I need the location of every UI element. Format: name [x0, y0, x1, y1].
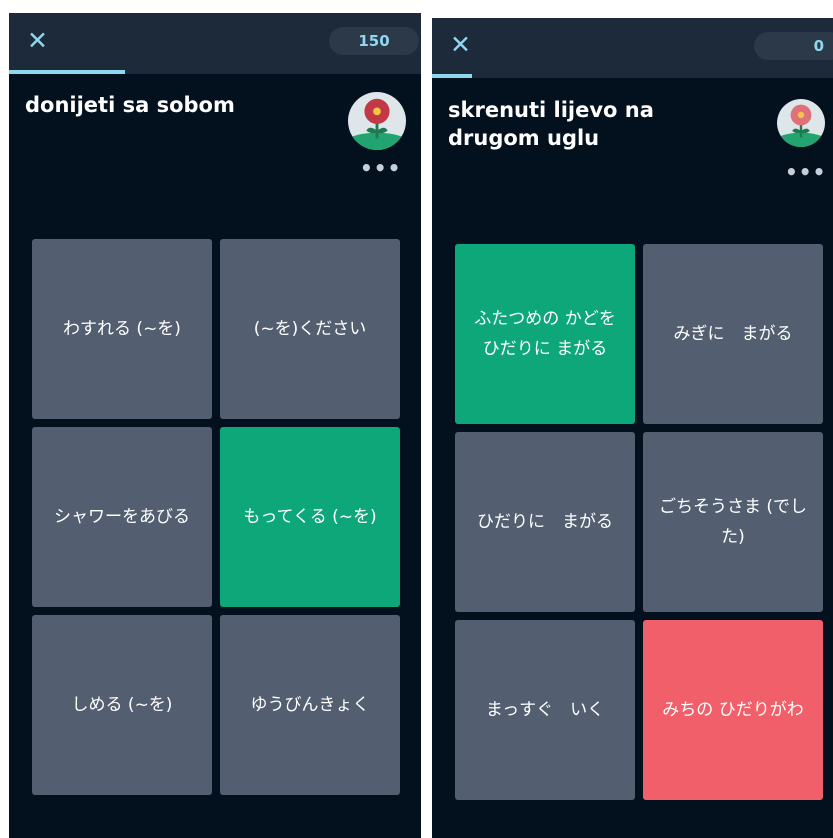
flower-avatar-icon [777, 99, 825, 147]
answer-option[interactable]: シャワーをあびる [32, 427, 212, 607]
answer-option-wrong[interactable]: みちの ひだりがわ [643, 620, 823, 800]
prompt-text: skrenuti lijevo na drugom uglu [448, 98, 654, 150]
more-options-icon[interactable]: ••• [360, 158, 401, 178]
top-bar: ✕ 0 [432, 18, 833, 78]
progress-fill [432, 74, 472, 78]
more-options-icon[interactable]: ••• [785, 162, 826, 182]
answer-option[interactable]: ごちそうさま (でした) [643, 432, 823, 612]
flower-avatar-icon [348, 92, 406, 150]
score-badge: 0 [754, 32, 833, 60]
answer-option[interactable]: まっすぐ いく [455, 620, 635, 800]
answer-option-correct[interactable]: ふたつめの かどを ひだりに まがる [455, 244, 635, 424]
answer-grid: わすれる (~を) (~を)ください シャワーをあびる もってくる (~を) し… [32, 239, 400, 795]
answer-option[interactable]: しめる (~を) [32, 615, 212, 795]
top-bar: ✕ 150 [9, 13, 421, 74]
progress-bar [432, 74, 833, 78]
answer-option[interactable]: わすれる (~を) [32, 239, 212, 419]
answer-grid: ふたつめの かどを ひだりに まがる みぎに まがる ひだりに まがる ごちそう… [455, 244, 823, 800]
quiz-screen-left: ✕ 150 donijeti sa sobom ••• わすれる (~を) (~… [9, 13, 421, 838]
progress-fill [9, 70, 125, 74]
progress-bar [9, 70, 421, 74]
answer-option[interactable]: (~を)ください [220, 239, 400, 419]
score-badge: 150 [329, 27, 419, 55]
answer-option-correct[interactable]: もってくる (~を) [220, 427, 400, 607]
answer-option[interactable]: ゆうびんきょく [220, 615, 400, 795]
close-icon[interactable]: ✕ [27, 28, 48, 53]
answer-option[interactable]: ひだりに まがる [455, 432, 635, 612]
quiz-screen-right: ✕ 0 skrenuti lijevo na drugom uglu ••• ふ… [432, 18, 833, 838]
answer-option[interactable]: みぎに まがる [643, 244, 823, 424]
close-icon[interactable]: ✕ [450, 32, 471, 57]
prompt-text: donijeti sa sobom [25, 93, 235, 117]
